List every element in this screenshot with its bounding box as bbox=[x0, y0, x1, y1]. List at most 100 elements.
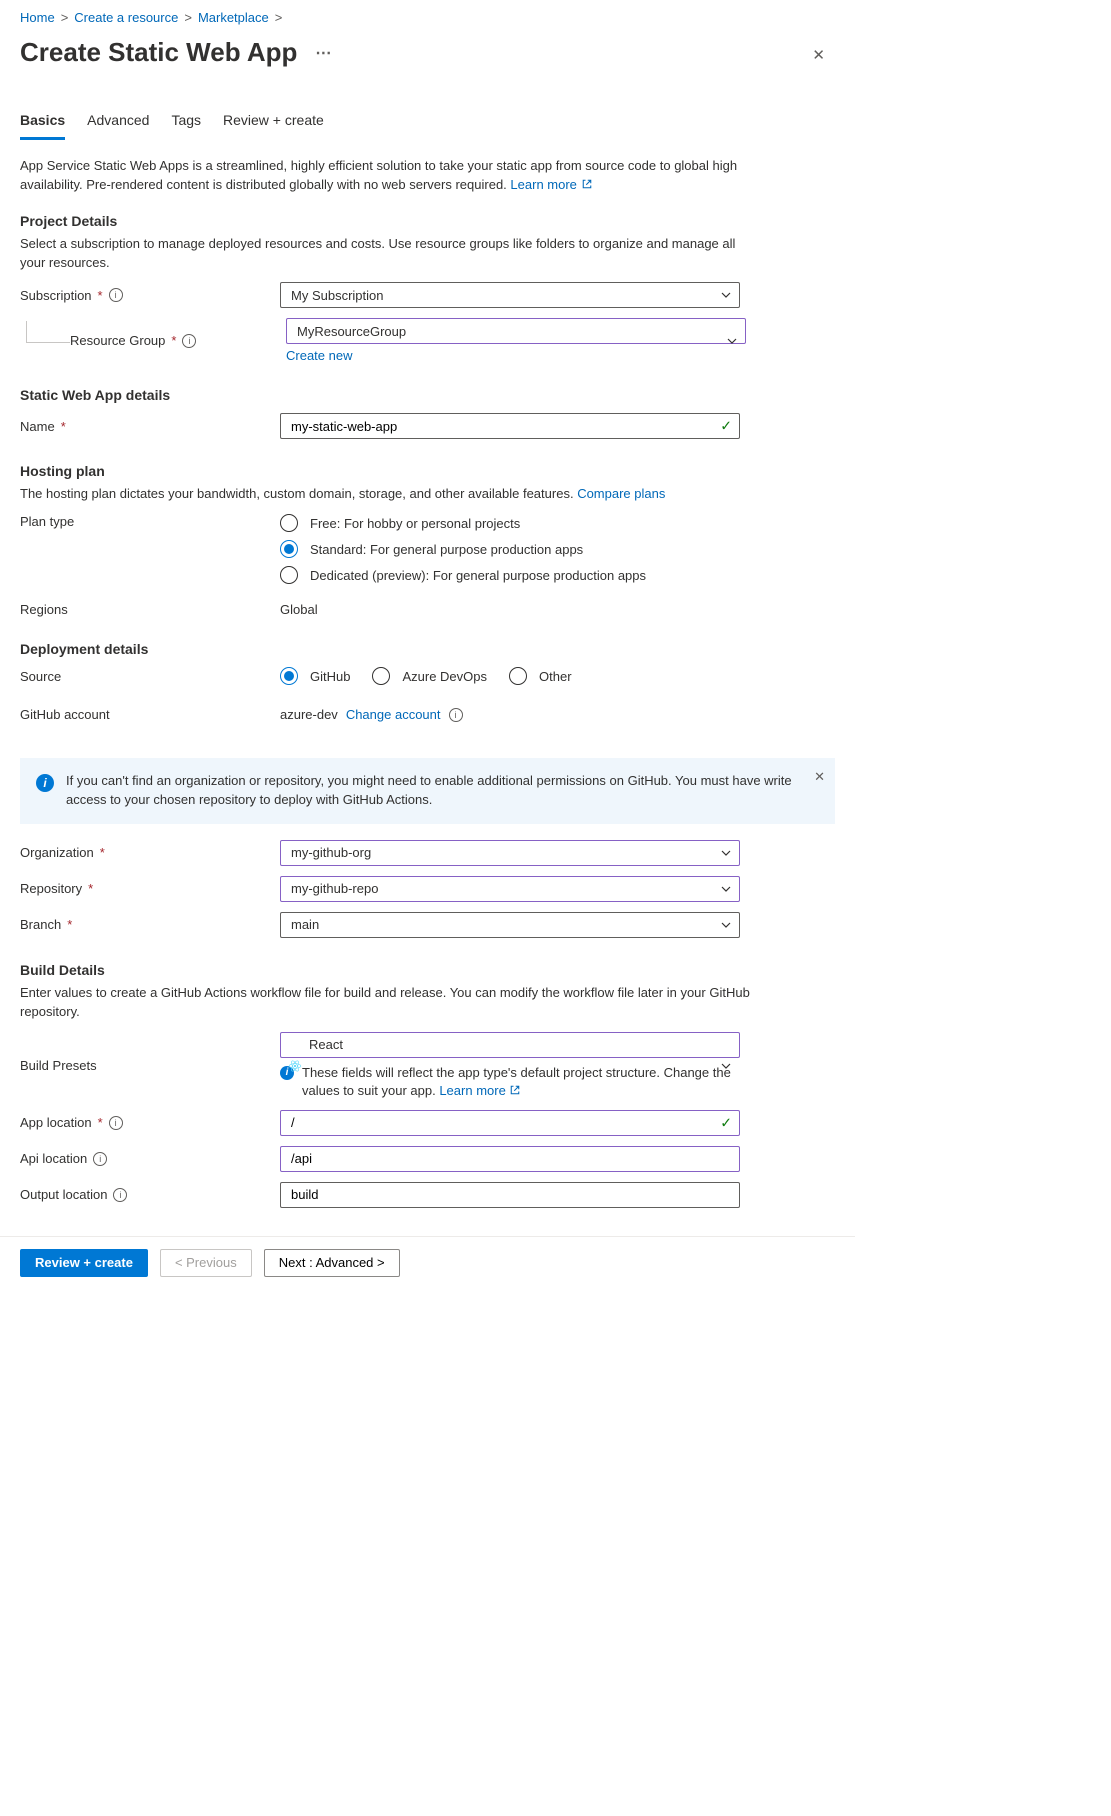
tab-review-create[interactable]: Review + create bbox=[223, 106, 324, 140]
project-details-desc: Select a subscription to manage deployed… bbox=[20, 235, 760, 273]
app-location-input[interactable] bbox=[280, 1110, 740, 1136]
resource-group-label: Resource Group bbox=[70, 333, 165, 348]
info-icon[interactable]: i bbox=[93, 1152, 107, 1166]
source-github-label: GitHub bbox=[310, 669, 350, 684]
intro-text: App Service Static Web Apps is a streaml… bbox=[20, 157, 760, 195]
required-indicator: * bbox=[67, 917, 72, 932]
section-swa-details: Static Web App details bbox=[20, 387, 835, 403]
tabs: Basics Advanced Tags Review + create bbox=[20, 106, 835, 141]
plan-free-label: Free: For hobby or personal projects bbox=[310, 516, 520, 531]
breadcrumb-marketplace[interactable]: Marketplace bbox=[198, 10, 269, 25]
api-location-label: Api location bbox=[20, 1151, 87, 1166]
external-link-icon bbox=[509, 1084, 521, 1096]
resource-group-select[interactable]: MyResourceGroup bbox=[286, 318, 746, 344]
api-location-input[interactable] bbox=[280, 1146, 740, 1172]
check-icon: ✓ bbox=[720, 1114, 732, 1131]
build-note-text: These fields will reflect the app type's… bbox=[302, 1064, 740, 1100]
build-presets-label: Build Presets bbox=[20, 1058, 97, 1073]
close-icon[interactable]: ✕ bbox=[814, 768, 825, 787]
tab-advanced[interactable]: Advanced bbox=[87, 106, 149, 140]
chevron-down-icon bbox=[720, 847, 732, 859]
github-account-label: GitHub account bbox=[20, 707, 110, 722]
subscription-select[interactable]: My Subscription bbox=[280, 282, 740, 308]
check-icon: ✓ bbox=[720, 418, 732, 435]
organization-label: Organization bbox=[20, 845, 94, 860]
build-learn-more-link[interactable]: Learn more bbox=[439, 1083, 521, 1098]
next-button[interactable]: Next : Advanced > bbox=[264, 1249, 400, 1277]
section-hosting-plan: Hosting plan bbox=[20, 463, 835, 479]
output-location-label: Output location bbox=[20, 1187, 107, 1202]
info-icon[interactable]: i bbox=[109, 1116, 123, 1130]
info-icon: i bbox=[36, 774, 54, 792]
source-azdevops-label: Azure DevOps bbox=[402, 669, 487, 684]
breadcrumb-home[interactable]: Home bbox=[20, 10, 55, 25]
section-project-details: Project Details bbox=[20, 213, 835, 229]
chevron-down-icon bbox=[720, 919, 732, 931]
plan-dedicated-radio[interactable] bbox=[280, 566, 298, 584]
branch-select[interactable]: main bbox=[280, 912, 740, 938]
previous-button[interactable]: < Previous bbox=[160, 1249, 252, 1277]
github-permissions-info: i If you can't find an organization or r… bbox=[20, 758, 835, 824]
review-create-button[interactable]: Review + create bbox=[20, 1249, 148, 1277]
name-input[interactable] bbox=[280, 413, 740, 439]
change-account-link[interactable]: Change account bbox=[346, 707, 441, 722]
react-icon bbox=[288, 1059, 302, 1073]
branch-label: Branch bbox=[20, 917, 61, 932]
indent-connector bbox=[26, 321, 70, 343]
close-icon[interactable]: ✕ bbox=[802, 40, 835, 70]
repository-label: Repository bbox=[20, 881, 82, 896]
github-permissions-text: If you can't find an organization or rep… bbox=[66, 772, 795, 810]
subscription-label: Subscription bbox=[20, 288, 92, 303]
info-icon[interactable]: i bbox=[113, 1188, 127, 1202]
external-link-icon bbox=[581, 178, 593, 190]
section-build-details: Build Details bbox=[20, 962, 835, 978]
info-icon[interactable]: i bbox=[182, 334, 196, 348]
name-label: Name bbox=[20, 419, 55, 434]
required-indicator: * bbox=[171, 333, 176, 348]
plan-free-radio[interactable] bbox=[280, 514, 298, 532]
app-location-label: App location bbox=[20, 1115, 92, 1130]
compare-plans-link[interactable]: Compare plans bbox=[577, 486, 665, 501]
plan-dedicated-label: Dedicated (preview): For general purpose… bbox=[310, 568, 646, 583]
chevron-right-icon: > bbox=[184, 10, 192, 25]
tab-tags[interactable]: Tags bbox=[171, 106, 201, 140]
chevron-down-icon bbox=[726, 335, 738, 347]
plan-standard-label: Standard: For general purpose production… bbox=[310, 542, 583, 557]
build-presets-select[interactable]: React bbox=[280, 1032, 740, 1058]
section-deployment-details: Deployment details bbox=[20, 641, 835, 657]
required-indicator: * bbox=[98, 1115, 103, 1130]
required-indicator: * bbox=[88, 881, 93, 896]
output-location-input[interactable] bbox=[280, 1182, 740, 1208]
build-desc: Enter values to create a GitHub Actions … bbox=[20, 984, 760, 1022]
repository-select[interactable]: my-github-repo bbox=[280, 876, 740, 902]
info-icon[interactable]: i bbox=[449, 708, 463, 722]
breadcrumb: Home > Create a resource > Marketplace > bbox=[20, 10, 835, 25]
breadcrumb-create-resource[interactable]: Create a resource bbox=[74, 10, 178, 25]
chevron-down-icon bbox=[720, 883, 732, 895]
source-other-label: Other bbox=[539, 669, 572, 684]
required-indicator: * bbox=[100, 845, 105, 860]
source-github-radio[interactable] bbox=[280, 667, 298, 685]
source-azdevops-radio[interactable] bbox=[372, 667, 390, 685]
create-new-rg-link[interactable]: Create new bbox=[286, 348, 352, 363]
required-indicator: * bbox=[98, 288, 103, 303]
required-indicator: * bbox=[61, 419, 66, 434]
source-other-radio[interactable] bbox=[509, 667, 527, 685]
page-title: Create Static Web App bbox=[20, 37, 297, 68]
chevron-right-icon: > bbox=[61, 10, 69, 25]
regions-label: Regions bbox=[20, 602, 68, 617]
chevron-right-icon: > bbox=[275, 10, 283, 25]
plan-standard-radio[interactable] bbox=[280, 540, 298, 558]
tab-basics[interactable]: Basics bbox=[20, 106, 65, 140]
source-label: Source bbox=[20, 669, 61, 684]
hosting-desc: The hosting plan dictates your bandwidth… bbox=[20, 485, 760, 504]
github-account-value: azure-dev bbox=[280, 707, 338, 722]
info-icon[interactable]: i bbox=[109, 288, 123, 302]
plan-type-label: Plan type bbox=[20, 514, 74, 529]
chevron-down-icon bbox=[720, 289, 732, 301]
footer-buttons: Review + create < Previous Next : Advanc… bbox=[0, 1236, 855, 1289]
intro-learn-more-link[interactable]: Learn more bbox=[510, 177, 592, 192]
regions-value: Global bbox=[280, 602, 318, 617]
more-actions-button[interactable]: ⋯ bbox=[307, 39, 339, 67]
organization-select[interactable]: my-github-org bbox=[280, 840, 740, 866]
